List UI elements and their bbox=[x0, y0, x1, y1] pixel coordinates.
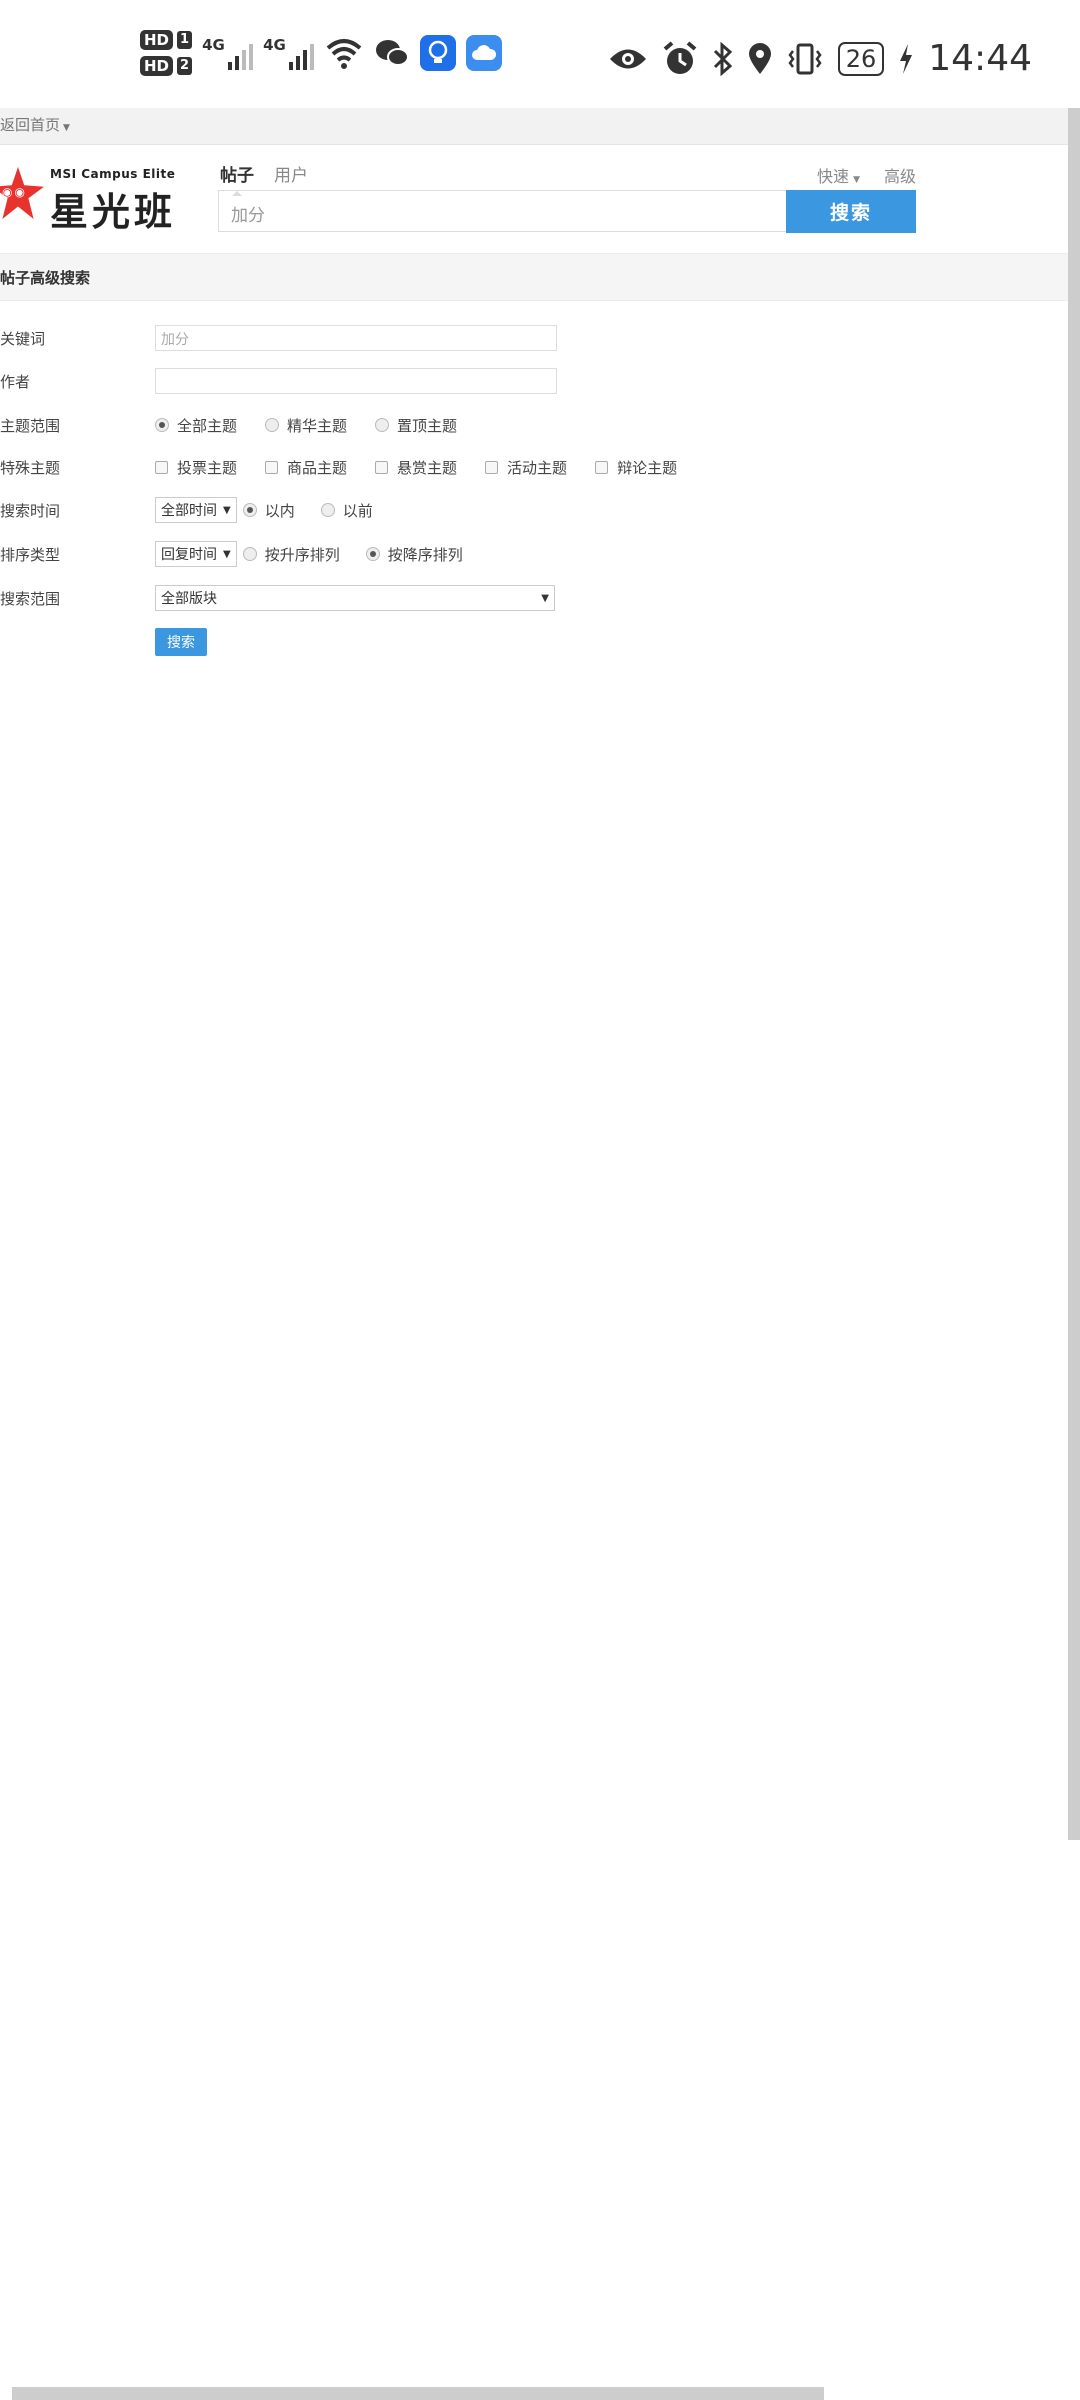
radio-icon bbox=[242, 547, 257, 561]
scope-option-all[interactable]: 全部主题 bbox=[155, 415, 237, 436]
bulb-app-icon bbox=[420, 35, 457, 71]
time-option-within[interactable]: 以内 bbox=[242, 500, 295, 521]
sim-2-badge: 2 bbox=[177, 57, 193, 75]
sort-label: 排序类型 bbox=[0, 546, 61, 564]
site-logo[interactable]: ◉◉ MSI Campus Elite 星光班 bbox=[0, 161, 200, 241]
search-input[interactable]: 加分 bbox=[218, 190, 786, 232]
submit-row: 搜索 bbox=[0, 627, 1068, 657]
tab-posts[interactable]: 帖子 bbox=[220, 161, 254, 196]
radio-icon bbox=[375, 418, 390, 432]
checkbox-icon bbox=[265, 460, 279, 474]
status-bar: HD 1 HD 2 4G 4G 26 14:44 bbox=[0, 0, 1080, 108]
special-option-reward[interactable]: 悬赏主题 bbox=[375, 457, 457, 478]
keyword-row: 关键词 加分 bbox=[0, 323, 1068, 353]
horizontal-scrollbar[interactable] bbox=[12, 2387, 824, 2400]
dropdown-arrow-icon: ▼ bbox=[223, 548, 231, 560]
search-type-tabs: 帖子 用户 bbox=[220, 161, 308, 196]
dropdown-arrow-icon: ▼ bbox=[223, 504, 231, 516]
back-home-link[interactable]: 返回首页 ▼ bbox=[0, 114, 70, 135]
author-input[interactable] bbox=[155, 368, 557, 394]
radio-icon bbox=[265, 418, 280, 432]
sim-indicators: HD 1 HD 2 bbox=[140, 30, 193, 76]
scope-label: 主题范围 bbox=[0, 417, 61, 435]
time-row: 搜索时间 全部时间 ▼ 以内 以前 bbox=[0, 495, 1068, 525]
radio-icon bbox=[365, 547, 380, 561]
status-right-icons: 26 14:44 bbox=[608, 38, 1032, 79]
radio-icon bbox=[155, 418, 169, 432]
radio-icon bbox=[242, 503, 257, 517]
clock: 14:44 bbox=[928, 38, 1032, 79]
dropdown-arrow-icon: ▼ bbox=[541, 592, 549, 604]
chevron-down-icon: ▼ bbox=[63, 123, 70, 133]
sort-row: 排序类型 回复时间 ▼ 按升序排列 按降序排列 bbox=[0, 539, 1068, 569]
logo-english-text: MSI Campus Elite bbox=[50, 167, 176, 181]
time-select[interactable]: 全部时间 ▼ bbox=[155, 497, 237, 523]
checkbox-icon bbox=[155, 460, 168, 474]
location-icon bbox=[748, 42, 771, 74]
range-select[interactable]: 全部版块 ▼ bbox=[155, 585, 555, 611]
logo-chinese-text: 星光班 bbox=[50, 189, 177, 234]
keyword-input[interactable]: 加分 bbox=[155, 325, 557, 351]
quick-search-link[interactable]: 快速 ▼ bbox=[817, 163, 860, 187]
radio-icon bbox=[320, 503, 335, 517]
site-header: ◉◉ MSI Campus Elite 星光班 帖子 用户 快速 ▼ 高级 加分 … bbox=[0, 145, 1068, 253]
wechat-icon bbox=[376, 40, 410, 66]
header-links: 快速 ▼ 高级 bbox=[817, 163, 916, 187]
special-option-activity[interactable]: 活动主题 bbox=[485, 457, 567, 478]
sort-option-desc[interactable]: 按降序排列 bbox=[365, 544, 463, 565]
time-label: 搜索时间 bbox=[0, 502, 61, 520]
author-label: 作者 bbox=[0, 373, 31, 391]
scope-option-sticky[interactable]: 置顶主题 bbox=[375, 415, 457, 436]
eye-icon bbox=[609, 49, 646, 68]
scope-row: 主题范围 全部主题 精华主题 置顶主题 bbox=[0, 410, 1068, 440]
vertical-scrollbar[interactable] bbox=[1068, 108, 1080, 1840]
sort-option-asc[interactable]: 按升序排列 bbox=[242, 544, 340, 565]
vibrate-icon bbox=[788, 43, 822, 74]
hd-badge-2: HD bbox=[140, 56, 174, 76]
alarm-icon bbox=[663, 40, 697, 74]
sort-select[interactable]: 回复时间 ▼ bbox=[155, 541, 237, 567]
signal-strength-2-icon: 4G bbox=[263, 36, 315, 70]
hd-badge-1: HD bbox=[140, 30, 174, 50]
battery-icon: 26 bbox=[837, 41, 885, 76]
special-label: 特殊主题 bbox=[0, 459, 61, 477]
tab-users[interactable]: 用户 bbox=[274, 161, 308, 186]
section-header: 帖子高级搜索 bbox=[0, 253, 1068, 301]
author-row: 作者 bbox=[0, 366, 1068, 396]
section-title: 帖子高级搜索 bbox=[0, 269, 91, 287]
sim-1-badge: 1 bbox=[177, 31, 193, 49]
range-label: 搜索范围 bbox=[0, 590, 61, 608]
bluetooth-icon bbox=[713, 41, 732, 76]
charging-icon bbox=[900, 43, 913, 74]
time-option-before[interactable]: 以前 bbox=[320, 500, 373, 521]
signal-strength-1-icon: 4G bbox=[202, 36, 254, 70]
special-option-poll[interactable]: 投票主题 bbox=[155, 457, 237, 478]
checkbox-icon bbox=[375, 460, 389, 474]
advanced-search-link[interactable]: 高级 bbox=[884, 163, 916, 187]
scope-option-digest[interactable]: 精华主题 bbox=[265, 415, 347, 436]
checkbox-icon bbox=[595, 460, 609, 474]
cloud-app-icon bbox=[466, 35, 503, 71]
status-left-icons: HD 1 HD 2 4G 4G bbox=[140, 30, 503, 76]
special-option-debate[interactable]: 辩论主题 bbox=[595, 457, 677, 478]
wifi-icon bbox=[326, 39, 362, 69]
submit-search-button[interactable]: 搜索 bbox=[155, 628, 207, 656]
top-nav-bar: 返回首页 ▼ bbox=[0, 108, 1068, 145]
range-row: 搜索范围 全部版块 ▼ bbox=[0, 583, 1068, 613]
keyword-label: 关键词 bbox=[0, 330, 46, 348]
checkbox-icon bbox=[485, 460, 499, 474]
chevron-down-icon: ▼ bbox=[853, 175, 860, 185]
special-row: 特殊主题 投票主题 商品主题 悬赏主题 活动主题 辩论主题 bbox=[0, 452, 1068, 482]
search-button[interactable]: 搜索 bbox=[786, 190, 916, 233]
special-option-trade[interactable]: 商品主题 bbox=[265, 457, 347, 478]
